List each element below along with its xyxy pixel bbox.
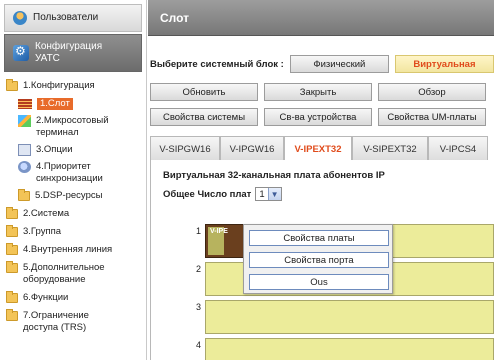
close-button[interactable]: Закрыть bbox=[264, 83, 372, 101]
action-row: Обновить Закрыть Обзор bbox=[148, 83, 494, 101]
physical-button[interactable]: Физический bbox=[289, 55, 389, 73]
tree-item-microcell[interactable]: 2.Микросотовый терминал bbox=[0, 115, 146, 139]
virtual-button[interactable]: Виртуальная bbox=[394, 55, 494, 73]
nav-configuration-line1: Конфигурация bbox=[35, 41, 103, 52]
tree-item-additional-equipment[interactable]: 5.Дополнительное оборудование bbox=[0, 261, 146, 286]
nav-users[interactable]: Пользователи bbox=[4, 4, 142, 32]
tree-item-slot[interactable]: 1.Слот bbox=[0, 98, 146, 110]
total-cards-row: Общее Число плат 1 ▼ bbox=[163, 187, 494, 201]
folder-icon bbox=[6, 261, 18, 273]
slot-cell[interactable] bbox=[205, 338, 494, 360]
card-properties-menu-item[interactable]: Свойства платы bbox=[249, 230, 389, 246]
tab-v-ipext32[interactable]: V-IPEXT32 bbox=[284, 136, 352, 162]
options-icon bbox=[18, 144, 31, 156]
system-properties-button[interactable]: Свойства системы bbox=[150, 108, 258, 126]
tree-item-options[interactable]: 3.Опции bbox=[0, 144, 146, 156]
folder-icon bbox=[6, 291, 18, 303]
slot-row: 3 bbox=[196, 300, 494, 334]
tree-item-trs[interactable]: 7.Ограничение доступа (TRS) bbox=[0, 309, 146, 334]
properties-row: Свойства системы Св-ва устройства Свойст… bbox=[148, 108, 494, 126]
slot-number: 3 bbox=[196, 302, 202, 312]
folder-icon bbox=[6, 207, 18, 219]
port-properties-menu-item[interactable]: Свойства порта bbox=[249, 252, 389, 268]
page-title: Слот bbox=[148, 0, 494, 36]
folder-icon bbox=[18, 189, 30, 201]
card-chip-label: V-IPE bbox=[210, 228, 228, 235]
tab-v-sipext32[interactable]: V-SIPEXT32 bbox=[352, 136, 428, 161]
tree-item-sync-priority[interactable]: 4.Приоритет синхронизации bbox=[0, 161, 146, 185]
slot-icon bbox=[18, 99, 32, 109]
slot-cell[interactable] bbox=[205, 300, 494, 334]
slot-number: 4 bbox=[196, 340, 202, 350]
tree-item-features[interactable]: 6.Функции bbox=[0, 291, 146, 304]
folder-open-icon bbox=[6, 79, 18, 91]
context-menu: Свойства платы Свойства порта Ous bbox=[243, 224, 393, 294]
tree-item-configuration[interactable]: 1.Конфигурация bbox=[0, 79, 146, 92]
total-cards-select[interactable]: 1 ▼ bbox=[255, 187, 282, 201]
slot-number: 1 bbox=[196, 226, 202, 236]
browse-button[interactable]: Обзор bbox=[378, 83, 486, 101]
tree-item-dsp-resources[interactable]: 5.DSP-ресурсы bbox=[0, 189, 146, 202]
slot-number: 2 bbox=[196, 264, 202, 274]
ous-menu-item[interactable]: Ous bbox=[249, 274, 389, 290]
card-tabs: V-SIPGW16 V-IPGW16 V-IPEXT32 V-SIPEXT32 … bbox=[150, 136, 494, 162]
folder-icon bbox=[6, 225, 18, 237]
users-icon bbox=[13, 11, 27, 25]
tab-v-ipgw16[interactable]: V-IPGW16 bbox=[220, 136, 284, 161]
folder-icon bbox=[6, 243, 18, 255]
microcell-icon bbox=[18, 115, 31, 127]
main-panel: Слот Выберите системный блок : Физически… bbox=[148, 0, 494, 360]
sidebar: Пользователи Конфигурация УАТС 1.Конфигу… bbox=[0, 0, 147, 360]
refresh-button[interactable]: Обновить bbox=[150, 83, 258, 101]
folder-icon bbox=[6, 309, 18, 321]
block-select-label: Выберите системный блок : bbox=[150, 58, 284, 70]
chevron-down-icon: ▼ bbox=[267, 188, 281, 200]
um-card-properties-button[interactable]: Свойства UM-платы bbox=[378, 108, 486, 126]
tab-v-sipgw16[interactable]: V-SIPGW16 bbox=[150, 136, 220, 161]
nav-configuration[interactable]: Конфигурация УАТС bbox=[4, 34, 142, 72]
config-tree: 1.Конфигурация 1.Слот 2.Микросотовый терм… bbox=[0, 79, 146, 334]
tree-item-system[interactable]: 2.Система bbox=[0, 207, 146, 220]
device-properties-button[interactable]: Св-ва устройства bbox=[264, 108, 372, 126]
slot-row: 4 bbox=[196, 338, 494, 360]
card-description: Виртуальная 32-канальная плата абонентов… bbox=[163, 170, 385, 181]
nav-configuration-line2: УАТС bbox=[35, 53, 60, 64]
sync-priority-icon bbox=[18, 161, 31, 173]
configuration-icon bbox=[13, 44, 29, 61]
tree-item-extension[interactable]: 4.Внутренняя линия bbox=[0, 243, 146, 256]
block-select-row: Выберите системный блок : Физический Вир… bbox=[148, 52, 494, 76]
total-cards-label: Общее Число плат bbox=[163, 188, 252, 200]
tree-item-group[interactable]: 3.Группа bbox=[0, 225, 146, 238]
tab-v-ipcs4[interactable]: V-IPCS4 bbox=[428, 136, 488, 161]
nav-users-label: Пользователи bbox=[33, 12, 99, 23]
